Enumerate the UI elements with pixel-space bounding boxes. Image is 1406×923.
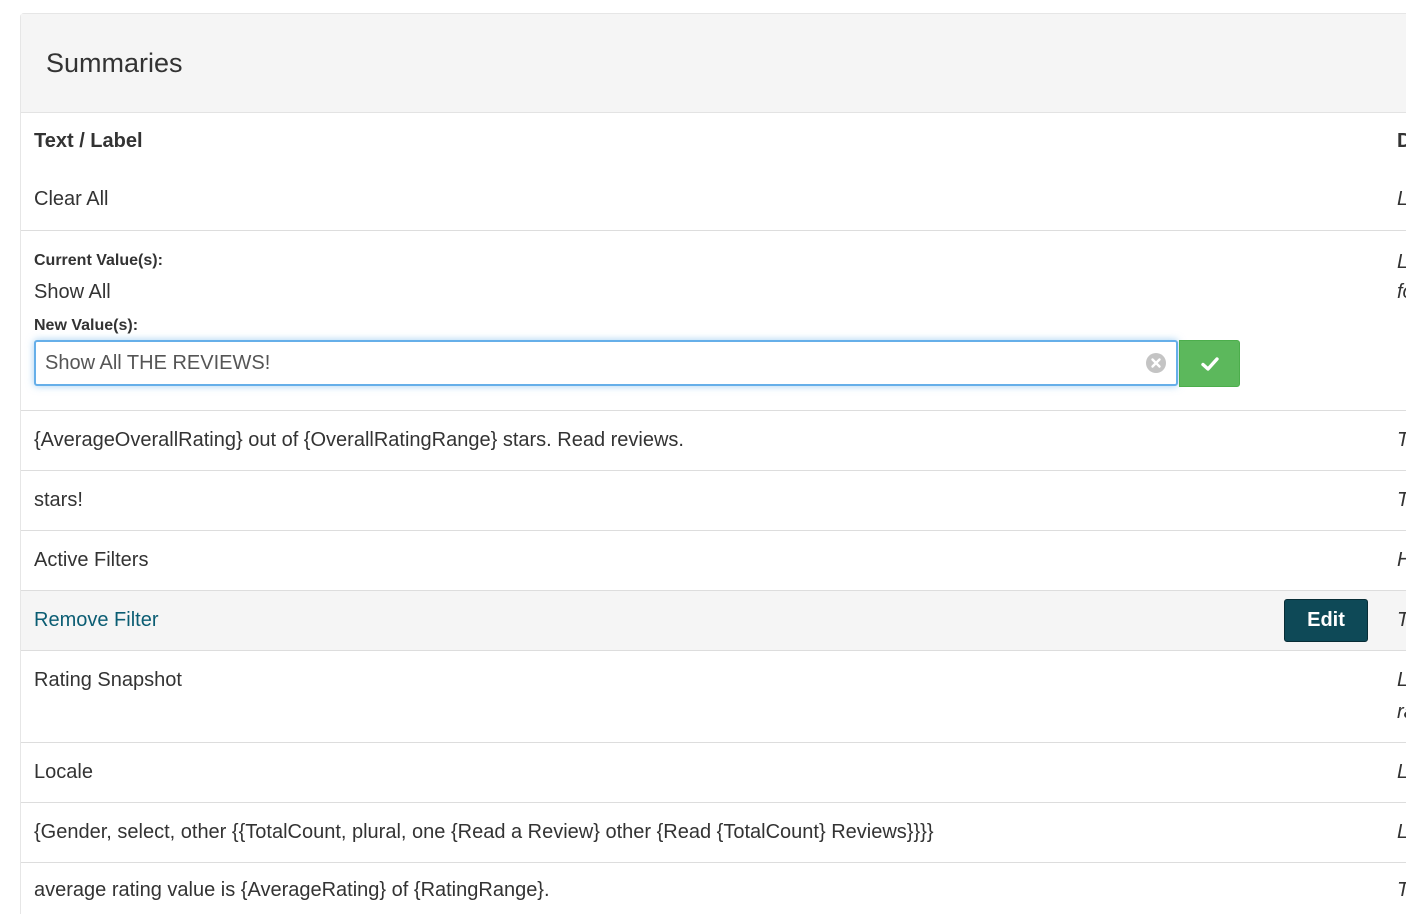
row-text: average rating value is {AverageRating} … <box>34 879 550 901</box>
save-value-button[interactable] <box>1179 340 1240 387</box>
row-text: {Gender, select, other {{TotalCount, plu… <box>34 821 934 843</box>
row-text: {AverageOverallRating} out of {OverallRa… <box>34 429 684 451</box>
row-description: L <box>1397 821 1406 844</box>
table-row[interactable]: stars! T <box>21 471 1406 531</box>
summaries-panel: Summaries Text / Label D Clear All L Cur… <box>20 13 1406 914</box>
row-text-link[interactable]: Remove Filter <box>34 609 158 632</box>
table-row[interactable]: {AverageOverallRating} out of {OverallRa… <box>21 411 1406 471</box>
column-header-text-label: Text / Label <box>34 130 143 152</box>
edit-button[interactable]: Edit <box>1284 599 1368 642</box>
table-row[interactable]: Locale L <box>21 743 1406 803</box>
row-text: stars! <box>34 489 83 511</box>
current-value: Show All <box>34 281 111 303</box>
checkmark-icon <box>1201 357 1219 371</box>
table-row[interactable]: average rating value is {AverageRating} … <box>21 863 1406 923</box>
row-description: L <box>1397 669 1406 692</box>
circle-x-icon[interactable] <box>1146 353 1166 373</box>
column-header-description: D <box>1397 130 1406 152</box>
row-description: T <box>1397 429 1406 452</box>
new-value-input-wrapper <box>34 340 1178 386</box>
row-description: L <box>1397 761 1406 784</box>
table-row[interactable]: Rating Snapshot L ra <box>21 651 1406 743</box>
new-values-label: New Value(s): <box>34 317 139 334</box>
new-value-input[interactable] <box>45 350 1125 376</box>
row-text: Active Filters <box>34 549 149 571</box>
row-text: Rating Snapshot <box>34 669 182 691</box>
row-description: T <box>1397 609 1406 632</box>
table-row[interactable]: {Gender, select, other {{TotalCount, plu… <box>21 803 1406 863</box>
table-row[interactable]: Active Filters H <box>21 531 1406 591</box>
row-description-line2: fo <box>1397 281 1406 303</box>
row-text: Clear All <box>34 188 109 210</box>
table-row-editing: Current Value(s): Show All New Value(s):… <box>21 231 1406 411</box>
row-description: T <box>1397 489 1406 512</box>
table-header-row: Text / Label D <box>21 113 1406 170</box>
panel-title: Summaries <box>46 48 183 78</box>
row-description: L <box>1397 251 1406 274</box>
row-description: L <box>1397 188 1406 211</box>
table-row[interactable]: Clear All L <box>21 170 1406 231</box>
table-row-hovered[interactable]: Remove Filter Edit T <box>21 591 1406 651</box>
row-description: H <box>1397 549 1406 572</box>
row-description-line2: ra <box>1397 701 1406 723</box>
panel-heading: Summaries <box>21 14 1406 113</box>
row-description: T <box>1397 879 1406 902</box>
row-text: Locale <box>34 761 93 783</box>
current-values-label: Current Value(s): <box>34 252 163 269</box>
